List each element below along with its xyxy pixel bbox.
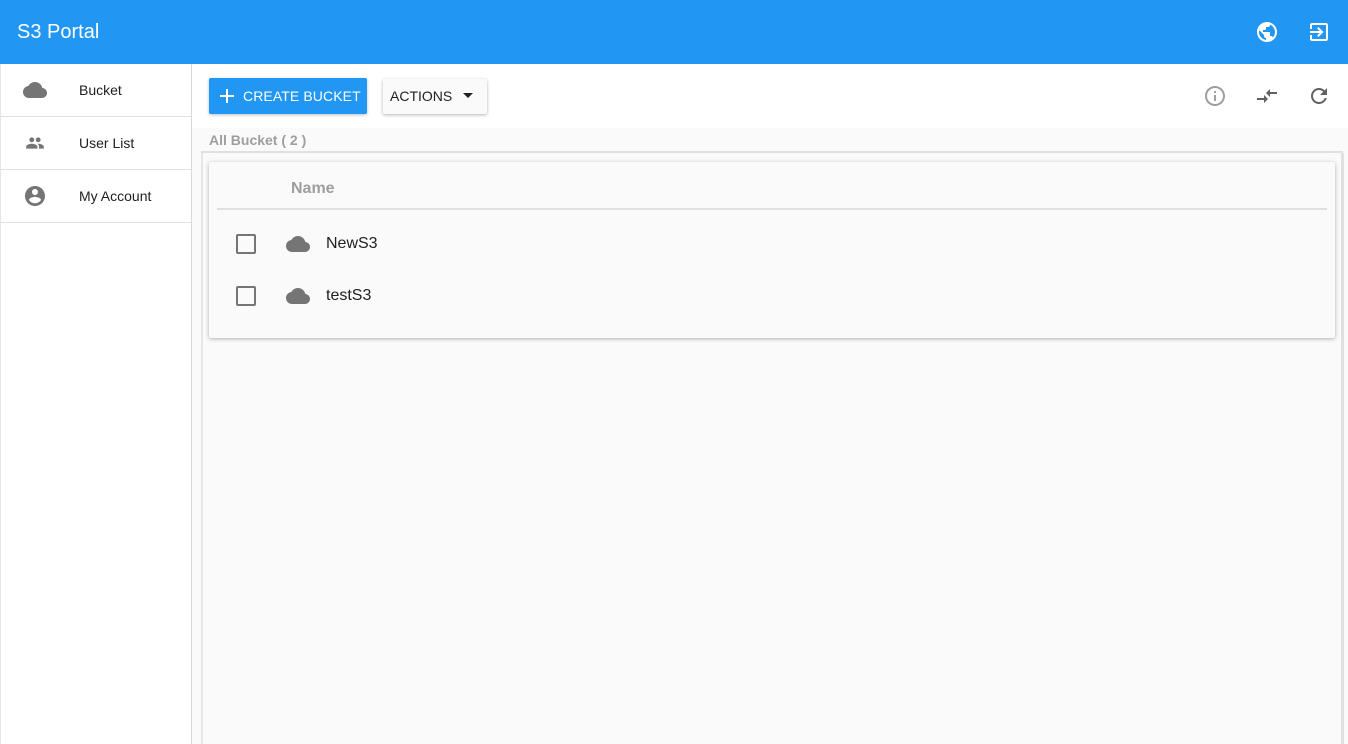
sidebar-item-user-list[interactable]: User List	[1, 117, 191, 170]
create-bucket-label: CREATE BUCKET	[243, 88, 361, 104]
bucket-table: Name NewS3 testS3	[209, 162, 1335, 338]
people-icon	[23, 131, 47, 155]
table-header: Name	[217, 162, 1327, 210]
caret-down-icon	[463, 93, 473, 98]
main-content: CREATE BUCKET ACTIONS All Bucket ( 2 ) N…	[192, 64, 1348, 744]
sidebar-item-bucket[interactable]: Bucket	[1, 64, 191, 117]
actions-label: ACTIONS	[390, 88, 453, 104]
bucket-count-header: All Bucket ( 2 )	[201, 128, 1343, 153]
sidebar-item-my-account[interactable]: My Account	[1, 170, 191, 223]
row-checkbox[interactable]	[236, 286, 256, 306]
globe-icon[interactable]	[1255, 20, 1279, 44]
exit-icon[interactable]	[1307, 20, 1331, 44]
table-row[interactable]: testS3	[209, 270, 1335, 322]
cloud-icon	[286, 232, 310, 256]
bucket-count-text: All Bucket ( 2 )	[209, 132, 307, 148]
sidebar-item-label: My Account	[79, 188, 152, 204]
app-bar: S3 Portal	[0, 0, 1348, 64]
info-icon[interactable]	[1203, 84, 1227, 108]
account-circle-icon	[23, 184, 47, 208]
compare-arrows-icon[interactable]	[1255, 84, 1279, 108]
table-row[interactable]: NewS3	[209, 218, 1335, 270]
actions-dropdown-button[interactable]: ACTIONS	[383, 79, 487, 114]
sidebar-item-label: Bucket	[79, 82, 122, 98]
row-checkbox[interactable]	[236, 234, 256, 254]
toolbar: CREATE BUCKET ACTIONS	[192, 64, 1348, 128]
sidebar: Bucket User List My Account	[0, 64, 192, 744]
bucket-name: testS3	[326, 287, 372, 304]
cloud-icon	[23, 78, 47, 102]
refresh-icon[interactable]	[1307, 84, 1331, 108]
bucket-name: NewS3	[326, 235, 378, 252]
plus-icon	[217, 86, 237, 106]
cloud-icon	[286, 284, 310, 308]
app-title: S3 Portal	[17, 21, 100, 43]
column-header-name[interactable]: Name	[291, 181, 335, 197]
sidebar-item-label: User List	[79, 135, 135, 151]
create-bucket-button[interactable]: CREATE BUCKET	[209, 78, 367, 114]
